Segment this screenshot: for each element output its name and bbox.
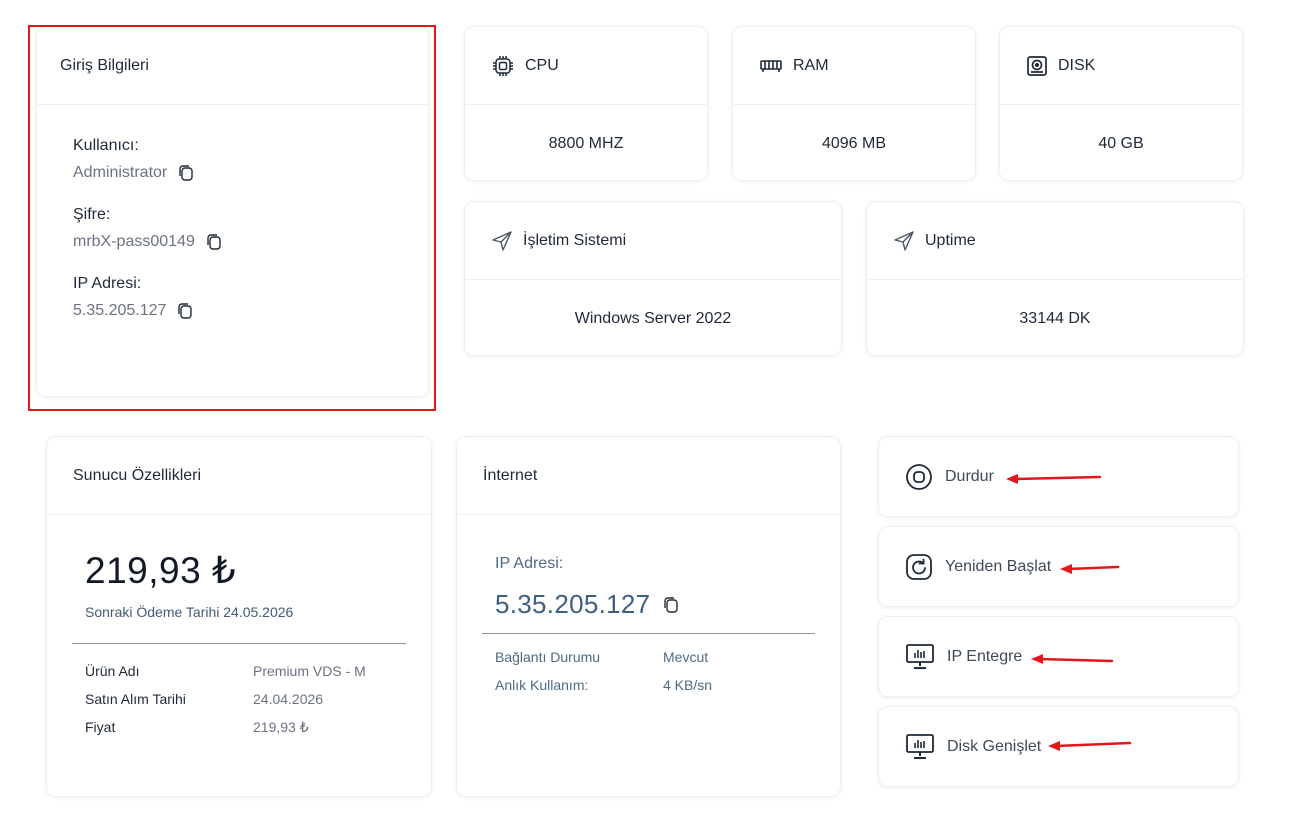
spec-value: 219,93 ₺ [253, 718, 309, 735]
os-value: Windows Server 2022 [574, 310, 732, 327]
username-label: Kullanıcı: [73, 137, 139, 154]
table-row: Bağlantı Durumu Mevcut [495, 643, 712, 671]
send-plane-icon [893, 230, 915, 252]
table-row: Satın Alım Tarihi 24.04.2026 [85, 685, 405, 713]
internet-title: İnternet [483, 466, 538, 484]
uptime-value: 33144 DK [1019, 310, 1091, 327]
table-row: Fiyat 219,93 ₺ [85, 713, 405, 741]
login-info-header: Giriş Bilgileri [37, 27, 428, 105]
password-label: Şifre: [73, 206, 111, 223]
server-features-title: Sunucu Özellikleri [73, 466, 202, 484]
net-key: Bağlantı Durumu [495, 649, 601, 665]
disk-label: DISK [1058, 56, 1096, 74]
disk-expand-button[interactable]: Disk Genişlet [878, 706, 1239, 787]
restart-icon [905, 553, 933, 581]
disk-value: 40 GB [1098, 135, 1144, 152]
net-value: Mevcut [663, 649, 709, 665]
spec-table: Ürün Adı Premium VDS - M Satın Alım Tari… [85, 657, 405, 741]
table-row: Ürün Adı Premium VDS - M [85, 657, 405, 685]
hard-disk-icon [1026, 55, 1048, 77]
disk-card: DISK 40 GB [999, 26, 1243, 181]
net-key: Anlık Kullanım: [495, 677, 589, 693]
cpu-label: CPU [525, 56, 559, 74]
spec-key: Satın Alım Tarihi [85, 691, 186, 707]
send-plane-icon [491, 230, 513, 252]
net-value: 4 KB/sn [663, 677, 713, 693]
disk-expand-label: Disk Genişlet [947, 737, 1042, 755]
cpu-card: CPU 8800 MHZ [464, 26, 708, 181]
ram-label: RAM [793, 56, 829, 74]
restart-label: Yeniden Başlat [945, 557, 1052, 575]
disk-header: DISK [1000, 27, 1242, 105]
internet-header: İnternet [457, 437, 840, 515]
network-table: Bağlantı Durumu Mevcut Anlık Kullanım: 4… [495, 643, 712, 699]
stop-label: Durdur [945, 467, 994, 485]
monitor-chart-icon [905, 733, 935, 761]
next-payment-date: Sonraki Ödeme Tarihi 24.05.2026 [85, 604, 294, 620]
ram-header: RAM [733, 27, 975, 105]
cpu-value: 8800 MHZ [548, 135, 624, 152]
internet-ip-value: 5.35.205.127 [495, 589, 651, 619]
ip-integrate-button[interactable]: IP Entegre [878, 616, 1239, 697]
internet-card: İnternet IP Adresi: 5.35.205.127 Bağlant… [456, 436, 841, 797]
restart-button[interactable]: Yeniden Başlat [878, 526, 1239, 607]
os-header: İşletim Sistemi [465, 202, 841, 280]
table-row: Anlık Kullanım: 4 KB/sn [495, 671, 712, 699]
price-amount: 219,93 ₺ [85, 550, 236, 591]
cpu-header: CPU [465, 27, 707, 105]
spec-value: 24.04.2026 [253, 691, 324, 707]
ip-address-label: IP Adresi: [73, 275, 142, 292]
server-features-header: Sunucu Özellikleri [47, 437, 431, 515]
memory-icon [759, 56, 783, 76]
ram-value: 4096 MB [821, 135, 887, 152]
ip-integrate-label: IP Entegre [947, 647, 1023, 665]
login-info-title: Giriş Bilgileri [60, 56, 149, 74]
copy-icon[interactable] [176, 302, 194, 320]
copy-icon[interactable] [662, 596, 680, 614]
cpu-chip-icon [491, 54, 515, 78]
divider [482, 633, 815, 634]
stop-circle-icon [905, 463, 933, 491]
login-info-card: Giriş Bilgileri Kullanıcı: Administrator… [36, 26, 429, 397]
username-value: Administrator [73, 164, 168, 181]
ram-card: RAM 4096 MB [732, 26, 976, 181]
copy-icon[interactable] [177, 164, 195, 182]
ip-address-value: 5.35.205.127 [73, 302, 167, 319]
spec-key: Fiyat [85, 719, 116, 735]
uptime-card: Uptime 33144 DK [866, 201, 1244, 356]
uptime-label: Uptime [925, 231, 976, 249]
os-label: İşletim Sistemi [523, 231, 627, 249]
password-value: mrbX-pass00149 [73, 233, 195, 250]
stop-button[interactable]: Durdur [878, 436, 1239, 517]
internet-ip-label: IP Adresi: [495, 555, 564, 572]
copy-icon[interactable] [205, 233, 223, 251]
uptime-header: Uptime [867, 202, 1243, 280]
monitor-chart-icon [905, 643, 935, 671]
spec-key: Ürün Adı [85, 663, 140, 679]
divider [72, 643, 406, 644]
os-card: İşletim Sistemi Windows Server 2022 [464, 201, 842, 356]
server-features-card: Sunucu Özellikleri 219,93 ₺ Sonraki Ödem… [46, 436, 432, 797]
spec-value: Premium VDS - M [253, 663, 366, 679]
